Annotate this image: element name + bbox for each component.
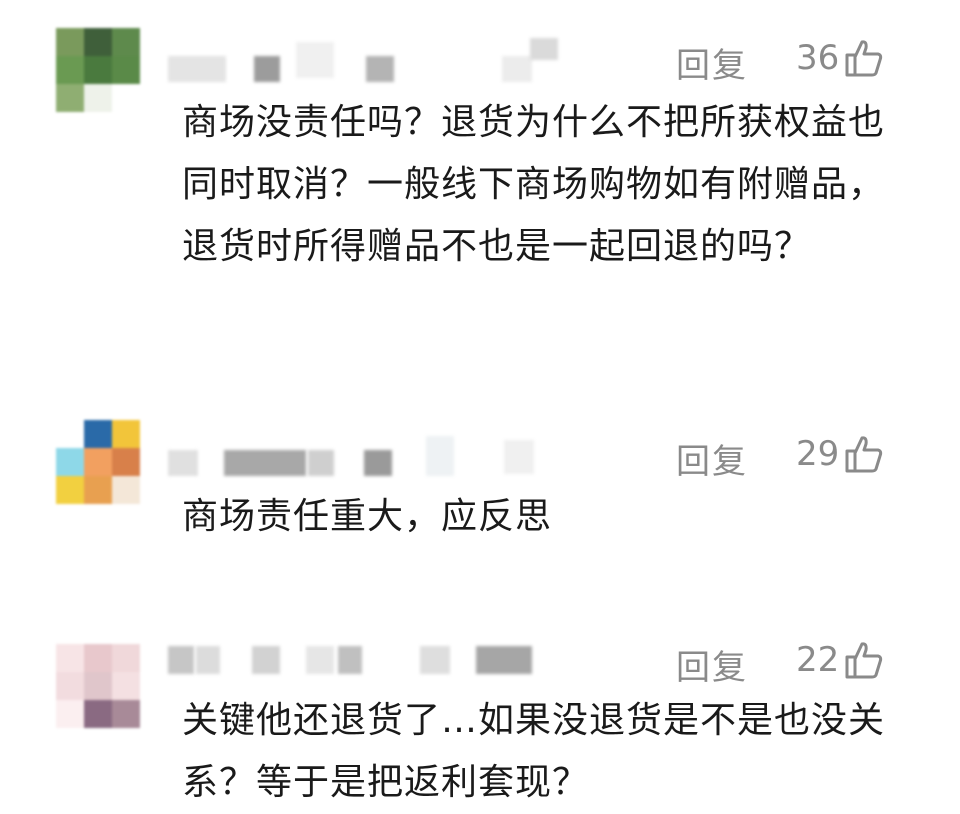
avatar-pixel (56, 672, 84, 700)
avatar-pixel (56, 700, 84, 728)
avatar-pixel (112, 84, 140, 112)
avatar-pixel (56, 476, 84, 504)
avatar-pixel (56, 84, 84, 112)
thumbs-up-icon (845, 40, 883, 77)
thumbs-up-icon (845, 436, 883, 473)
thumbs-up-icon (845, 642, 883, 679)
reply-button[interactable]: 回复 (676, 434, 748, 483)
avatar-pixel (56, 644, 84, 672)
avatar-pixel (56, 56, 84, 84)
avatar[interactable] (56, 644, 140, 728)
avatar-pixel (84, 28, 112, 56)
avatar-pixel (56, 420, 84, 448)
like-count: 29 (796, 434, 840, 474)
username-blurred[interactable] (168, 640, 548, 680)
like-button[interactable]: 22 (796, 640, 883, 680)
avatar-pixel (112, 28, 140, 56)
comment-text: 商场没责任吗？退货为什么不把所获权益也同时取消？一般线下商场购物如有附赠品，退货… (182, 102, 886, 267)
avatar-pixel (84, 84, 112, 112)
avatar-pixel (84, 448, 112, 476)
avatar-pixel (112, 476, 140, 504)
avatar-pixel (112, 56, 140, 84)
avatar-pixel (56, 448, 84, 476)
avatar-pixel (84, 672, 112, 700)
username-blurred[interactable] (168, 38, 558, 82)
avatar-pixel (112, 672, 140, 700)
like-button[interactable]: 36 (796, 38, 883, 78)
avatar[interactable] (56, 28, 140, 112)
like-button[interactable]: 29 (796, 434, 883, 474)
avatar-pixel (112, 448, 140, 476)
avatar-pixel (56, 28, 84, 56)
like-count: 36 (796, 38, 840, 78)
username-blurred[interactable] (168, 436, 548, 476)
avatar-pixel (112, 644, 140, 672)
avatar[interactable] (56, 420, 140, 504)
avatar-pixel (84, 700, 112, 728)
avatar-pixel (112, 420, 140, 448)
reply-button[interactable]: 回复 (676, 640, 748, 689)
comment-text: 商场责任重大，应反思 (182, 496, 553, 537)
avatar-pixel (84, 56, 112, 84)
reply-button[interactable]: 回复 (676, 38, 748, 87)
avatar-pixel (84, 420, 112, 448)
like-count: 22 (796, 640, 840, 680)
comment-text: 关键他还退货了…如果没退货是不是也没关系？等于是把返利套现？ (182, 700, 886, 803)
avatar-pixel (84, 476, 112, 504)
avatar-pixel (84, 644, 112, 672)
avatar-pixel (112, 700, 140, 728)
